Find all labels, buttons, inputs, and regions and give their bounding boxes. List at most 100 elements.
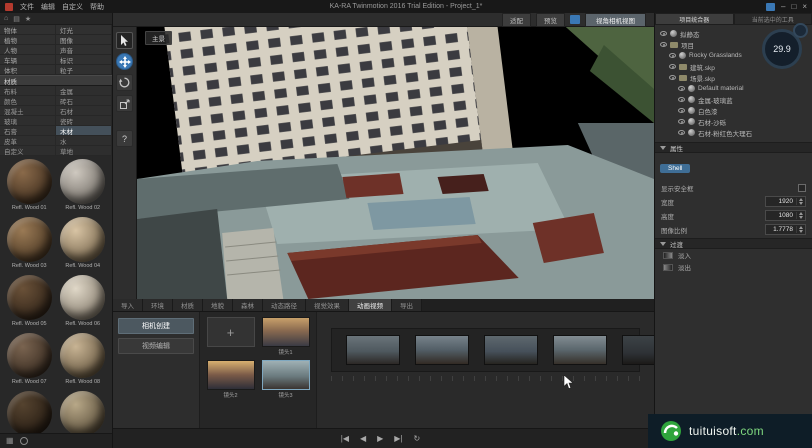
favorites-icon[interactable]: ★ (25, 15, 31, 23)
go-end-button[interactable]: ▶| (394, 434, 402, 443)
material-type[interactable]: 砖石 (56, 96, 112, 106)
eye-icon[interactable] (669, 64, 676, 69)
home-icon[interactable]: ⌂ (4, 15, 8, 22)
clip-cell[interactable]: 镜头2 (205, 360, 256, 399)
video-edit-button[interactable]: 视频编辑 (118, 338, 194, 354)
materials-header[interactable]: 材质 (0, 75, 112, 86)
material-swatch[interactable]: Refl. Wood 09 (3, 391, 56, 433)
increment-icon[interactable] (799, 226, 803, 229)
material-type[interactable]: 自定义 (0, 146, 56, 156)
grid-view-icon[interactable]: ▦ (6, 437, 14, 445)
tab-environment[interactable]: 环境 (143, 299, 173, 311)
tab-scene-graph[interactable]: 项目统合器 (655, 13, 734, 25)
menu-help[interactable]: 帮助 (90, 2, 104, 12)
width-stepper[interactable]: 1920 (765, 196, 806, 207)
shell-button[interactable]: Shell (660, 164, 690, 173)
material-type[interactable]: 颜色 (0, 96, 56, 106)
tree-row[interactable]: Default material (655, 83, 812, 94)
eye-icon[interactable] (660, 42, 667, 47)
timeline-track[interactable] (331, 328, 640, 372)
material-type[interactable]: 玻璃 (0, 116, 56, 126)
clip-cell[interactable]: 镜头3 (260, 360, 311, 399)
tree-row[interactable]: 场景.skp (655, 72, 812, 83)
properties-header[interactable]: 属性 (655, 142, 812, 153)
ratio-value[interactable]: 1.7778 (766, 226, 796, 233)
material-swatch[interactable]: Refl. Wood 04 (57, 217, 110, 274)
material-swatch[interactable]: Refl. Wood 07 (3, 333, 56, 390)
material-swatch[interactable]: Refl. Wood 03 (3, 217, 56, 274)
clip-cell[interactable]: 镜头1 (260, 317, 311, 356)
material-swatch[interactable]: Refl. Wood 05 (3, 275, 56, 332)
help-tool[interactable]: ? (116, 130, 133, 147)
fit-button[interactable]: 适配 (502, 13, 531, 27)
play-button[interactable]: ▶ (377, 434, 383, 443)
maximize-button[interactable]: □ (791, 3, 796, 11)
decrement-icon[interactable] (799, 202, 803, 205)
category-item[interactable]: 图像 (56, 35, 112, 45)
material-type[interactable]: 金属 (56, 86, 112, 96)
tab-material[interactable]: 材质 (173, 299, 203, 311)
tab-path[interactable]: 动态路径 (263, 299, 306, 311)
eye-icon[interactable] (678, 119, 685, 124)
category-item[interactable]: 标识 (56, 55, 112, 65)
ratio-stepper[interactable]: 1.7778 (765, 224, 806, 235)
material-type[interactable]: 布料 (0, 86, 56, 96)
close-button[interactable]: × (802, 3, 807, 11)
menu-file[interactable]: 文件 (20, 2, 34, 12)
move-tool[interactable] (116, 53, 133, 70)
frame-thumbnail[interactable] (484, 335, 538, 365)
height-stepper[interactable]: 1080 (765, 210, 806, 221)
minimize-button[interactable]: – (781, 3, 785, 11)
eye-icon[interactable] (669, 75, 676, 80)
menu-customize[interactable]: 自定义 (62, 2, 83, 12)
add-clip-button[interactable]: + (207, 317, 255, 347)
material-type[interactable]: 混凝土 (0, 106, 56, 116)
prev-frame-button[interactable]: ◀ (360, 434, 366, 443)
select-tool[interactable] (116, 32, 133, 49)
material-swatch[interactable]: Refl. Wood 08 (57, 333, 110, 390)
height-value[interactable]: 1080 (766, 212, 796, 219)
tab-export[interactable]: 导出 (392, 299, 422, 311)
tab-landscape[interactable]: 地貌 (203, 299, 233, 311)
category-item[interactable]: 车辆 (0, 55, 56, 65)
increment-icon[interactable] (799, 212, 803, 215)
material-swatch[interactable]: Refl. Wood 02 (57, 159, 110, 216)
material-type[interactable]: 水 (56, 136, 112, 146)
category-item[interactable]: 体积 (0, 65, 56, 75)
folder-icon[interactable]: ▤ (13, 15, 20, 23)
preview-button[interactable]: 预览 (536, 13, 565, 27)
tab-effects[interactable]: 视觉效果 (306, 299, 349, 311)
clip-thumbnail-selected[interactable] (262, 360, 310, 390)
category-item[interactable]: 声音 (56, 45, 112, 55)
weather-dial-small[interactable] (793, 23, 808, 38)
tree-row[interactable]: 白色漆 (655, 105, 812, 116)
decrement-icon[interactable] (799, 216, 803, 219)
category-item[interactable]: 粒子 (56, 65, 112, 75)
increment-icon[interactable] (799, 198, 803, 201)
material-type[interactable]: 皮革 (0, 136, 56, 146)
scale-tool[interactable] (116, 95, 133, 112)
menu-edit[interactable]: 编辑 (41, 2, 55, 12)
material-swatch[interactable]: Refl. Wood 10 (57, 391, 110, 433)
category-item[interactable]: 人物 (0, 45, 56, 55)
material-type[interactable]: 草地 (56, 146, 112, 156)
transition-header[interactable]: 过渡 (655, 238, 812, 249)
category-item[interactable]: 灯光 (56, 25, 112, 35)
decrement-icon[interactable] (799, 230, 803, 233)
settings-gear-icon[interactable] (20, 437, 28, 445)
material-type-wood[interactable]: 木材 (56, 126, 112, 136)
eye-icon[interactable] (678, 97, 685, 102)
scene-tab[interactable]: 主景 (145, 31, 172, 45)
safe-frame-checkbox[interactable] (798, 184, 806, 192)
camera-create-button[interactable]: 相机创建 (118, 318, 194, 334)
tab-import[interactable]: 导入 (113, 299, 143, 311)
tab-forest[interactable]: 森林 (233, 299, 263, 311)
rotate-tool[interactable] (116, 74, 133, 91)
material-swatch[interactable]: Refl. Wood 01 (3, 159, 56, 216)
3d-viewport[interactable]: 主景 (137, 27, 654, 299)
fade-out-row[interactable]: 淡出 (655, 261, 812, 273)
tree-row[interactable]: 石材-沙砾 (655, 116, 812, 127)
frame-thumbnail[interactable] (346, 335, 400, 365)
camera-icon[interactable] (570, 15, 580, 24)
add-clip-cell[interactable]: + (205, 317, 256, 356)
